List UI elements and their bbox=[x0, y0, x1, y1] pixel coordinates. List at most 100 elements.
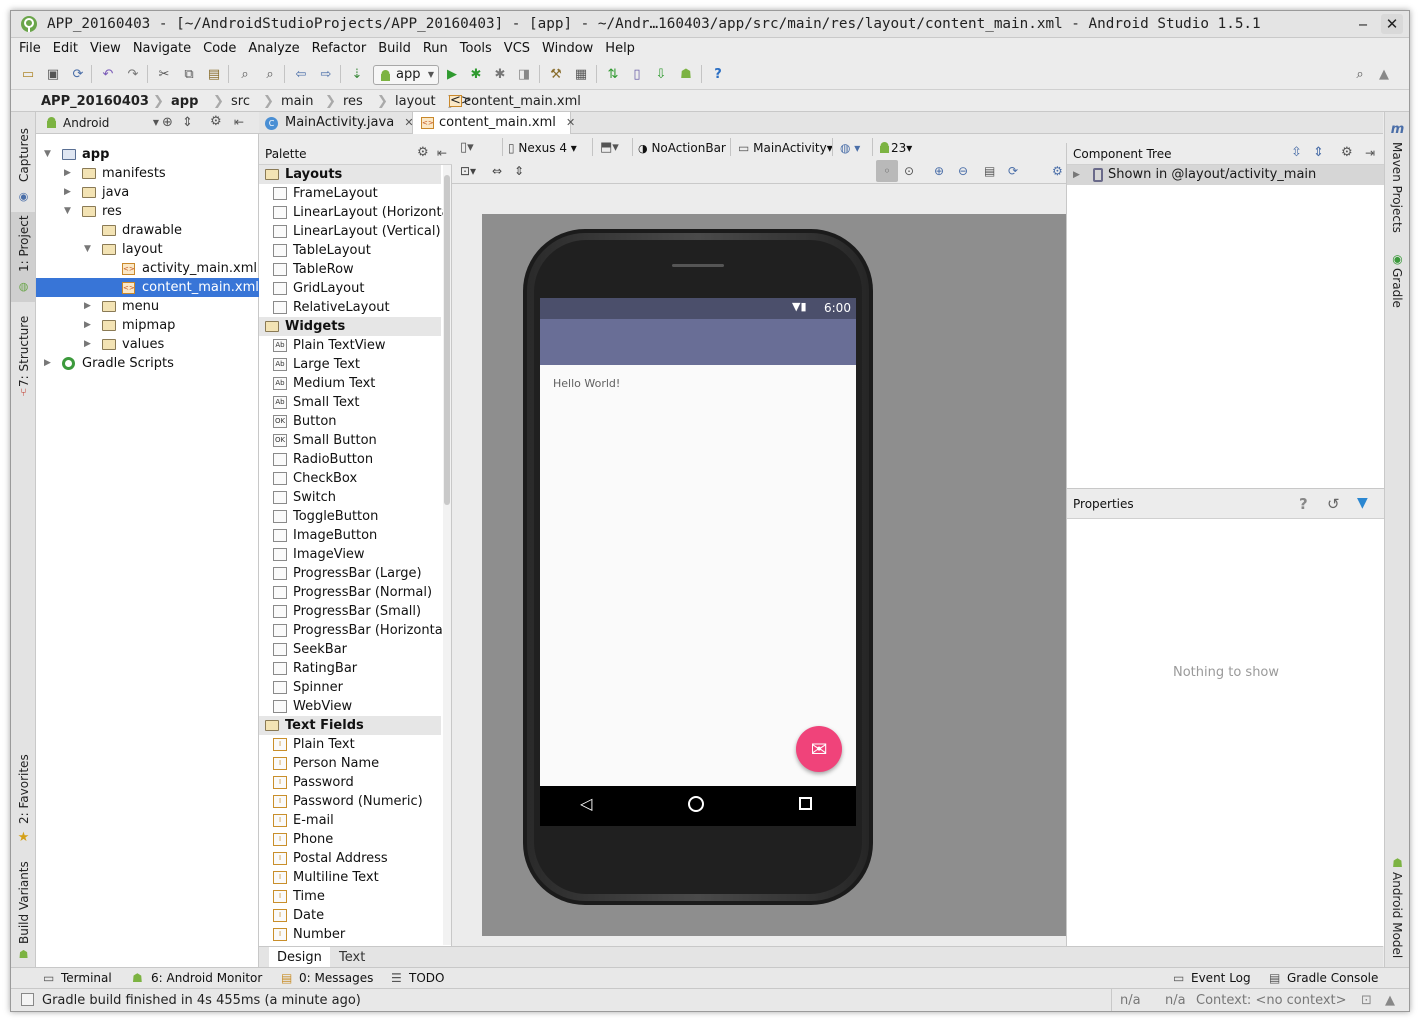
menu-refactor[interactable]: Refactor bbox=[306, 38, 373, 60]
run-config-select[interactable]: app ▼ bbox=[373, 65, 439, 85]
chevron-right-icon[interactable]: ▶ bbox=[64, 183, 71, 202]
palette-item[interactable]: I Postal Address bbox=[259, 849, 441, 868]
palette-item[interactable]: TableLayout bbox=[259, 241, 441, 260]
tab-mainactivity-java[interactable]: C MainActivity.java ✕ bbox=[259, 112, 414, 134]
save-icon[interactable]: ▣ bbox=[44, 67, 62, 83]
hello-world-text[interactable]: Hello World! bbox=[553, 377, 620, 390]
palette-item[interactable]: Ab Large Text bbox=[259, 355, 441, 374]
palette-item[interactable]: I Person Name bbox=[259, 754, 441, 773]
screenshot-icon[interactable]: ▤ bbox=[984, 162, 995, 180]
palette-item[interactable]: Ab Medium Text bbox=[259, 374, 441, 393]
palette-category[interactable]: Text Fields bbox=[259, 716, 441, 735]
make-project-icon[interactable]: ⇣ bbox=[348, 67, 366, 83]
hide-panel-icon[interactable]: ⇤ bbox=[437, 146, 447, 160]
user-icon[interactable]: ▲ bbox=[1375, 67, 1393, 83]
palette-item[interactable]: ProgressBar (Normal) bbox=[259, 583, 441, 602]
breadcrumb-item[interactable]: APP_20160403 bbox=[41, 94, 149, 109]
tree-item[interactable]: ▼ res bbox=[36, 202, 259, 221]
palette-item[interactable]: Ab Small Text bbox=[259, 393, 441, 412]
palette-item[interactable]: Ab Plain TextView bbox=[259, 336, 441, 355]
hide-panel-icon[interactable]: ⇤ bbox=[234, 115, 244, 129]
help-icon[interactable]: ? bbox=[709, 67, 727, 83]
palette-item[interactable]: WebView bbox=[259, 697, 441, 716]
gradle-console-tab[interactable]: Gradle Console bbox=[1287, 971, 1378, 985]
palette-item[interactable]: OK Button bbox=[259, 412, 441, 431]
palette-category[interactable]: Widgets bbox=[259, 317, 441, 336]
undo-icon[interactable]: ↶ bbox=[99, 67, 117, 83]
breadcrumb-item[interactable]: app bbox=[171, 94, 198, 109]
context-indicator[interactable]: Context: <no context> bbox=[1196, 993, 1347, 1008]
palette-item[interactable]: ImageView bbox=[259, 545, 441, 564]
palette-item[interactable]: OK Small Button bbox=[259, 431, 441, 450]
activity-select[interactable]: ▭ MainActivity▾ bbox=[738, 139, 833, 157]
breadcrumb-item[interactable]: res bbox=[343, 94, 363, 109]
chevron-right-icon[interactable]: ▶ bbox=[84, 316, 91, 335]
chevron-down-icon[interactable]: ▼ bbox=[84, 240, 91, 259]
maven-projects-tab[interactable]: Maven Projects bbox=[1390, 142, 1404, 233]
palette-item[interactable]: I Multiline Text bbox=[259, 868, 441, 887]
find-icon[interactable]: ⌕ bbox=[236, 67, 254, 83]
gear-icon[interactable]: ⚙ bbox=[1341, 145, 1353, 160]
sync-icon[interactable]: ⟳ bbox=[69, 67, 87, 83]
menu-help[interactable]: Help bbox=[599, 38, 641, 60]
project-tab[interactable]: 1: Project bbox=[17, 215, 31, 272]
close-button[interactable]: ✕ bbox=[1381, 14, 1403, 34]
tab-text[interactable]: Text bbox=[331, 947, 373, 968]
resize-vertical-icon[interactable]: ⇕ bbox=[514, 162, 524, 180]
palette-item[interactable]: I Date bbox=[259, 906, 441, 925]
orientation-icon[interactable]: ⬒▾ bbox=[600, 139, 619, 157]
tree-item[interactable]: ▶ java bbox=[36, 183, 259, 202]
zoom-out-icon[interactable]: ⊖ bbox=[958, 162, 968, 180]
restore-default-icon[interactable]: ↺ bbox=[1327, 495, 1340, 513]
avd-manager-icon[interactable]: ▯ bbox=[628, 67, 646, 83]
menu-view[interactable]: View bbox=[84, 38, 127, 60]
palette-item[interactable]: SeekBar bbox=[259, 640, 441, 659]
tree-item[interactable]: ▼ layout bbox=[36, 240, 259, 259]
todo-tab[interactable]: TODO bbox=[409, 971, 444, 985]
tree-item[interactable]: ▶ mipmap bbox=[36, 316, 259, 335]
sdk-manager-icon[interactable]: ⇩ bbox=[652, 67, 670, 83]
favorites-tab[interactable]: 2: Favorites bbox=[17, 754, 31, 824]
palette-item[interactable]: CheckBox bbox=[259, 469, 441, 488]
expand-all-icon[interactable]: ⇳ bbox=[1291, 145, 1302, 160]
breadcrumb-item[interactable]: layout bbox=[395, 94, 436, 109]
gear-icon[interactable]: ⚙ bbox=[210, 114, 222, 129]
structure-tab[interactable]: 7: Structure bbox=[17, 316, 31, 387]
menu-navigate[interactable]: Navigate bbox=[127, 38, 197, 60]
paste-icon[interactable]: ▤ bbox=[205, 67, 223, 83]
zoom-in-icon[interactable]: ⊕ bbox=[934, 162, 944, 180]
chevron-right-icon[interactable]: ▶ bbox=[84, 335, 91, 354]
palette-item[interactable]: GridLayout bbox=[259, 279, 441, 298]
palette-item[interactable]: ImageButton bbox=[259, 526, 441, 545]
tree-item[interactable]: ▶ manifests bbox=[36, 164, 259, 183]
menu-build[interactable]: Build bbox=[372, 38, 417, 60]
messages-tab[interactable]: 0: Messages bbox=[299, 971, 373, 985]
palette-item[interactable]: I Password (Numeric) bbox=[259, 792, 441, 811]
palette-item[interactable]: FrameLayout bbox=[259, 184, 441, 203]
run-icon[interactable]: ▶ bbox=[443, 67, 461, 83]
forward-icon[interactable]: ⇨ bbox=[317, 67, 335, 83]
device-select[interactable]: ▯ Nexus 4 ▾ bbox=[508, 139, 577, 157]
refresh-icon[interactable]: ⟳ bbox=[1008, 162, 1018, 180]
palette-item[interactable]: LinearLayout (Vertical) bbox=[259, 222, 441, 241]
search-everywhere-icon[interactable]: ⌕ bbox=[1351, 67, 1369, 83]
android-device-monitor-icon[interactable]: ☗ bbox=[677, 67, 695, 83]
menu-edit[interactable]: Edit bbox=[47, 38, 84, 60]
preview-canvas[interactable]: ▼▮ 6:00 Hello World! ✉ ◁ bbox=[482, 214, 1066, 936]
chevron-down-icon[interactable]: ▼ bbox=[64, 202, 71, 221]
lock-icon[interactable]: ⊡ bbox=[1361, 993, 1372, 1008]
gear-icon[interactable]: ⚙ bbox=[417, 145, 429, 160]
filter-icon[interactable]: ▼ bbox=[1357, 495, 1368, 511]
palette-item[interactable]: LinearLayout (Horizontal) bbox=[259, 203, 443, 222]
menu-analyze[interactable]: Analyze bbox=[242, 38, 305, 60]
replace-icon[interactable]: ⌕ bbox=[261, 67, 279, 83]
chevron-down-icon[interactable]: ▼ bbox=[44, 145, 51, 164]
actual-size-icon[interactable]: ⊙ bbox=[904, 162, 914, 180]
breadcrumb-item[interactable]: main bbox=[281, 94, 313, 109]
palette-item[interactable]: ProgressBar (Large) bbox=[259, 564, 441, 583]
palette-item[interactable]: ToggleButton bbox=[259, 507, 441, 526]
breadcrumb-item[interactable]: src bbox=[231, 94, 250, 109]
palette-item[interactable]: Spinner bbox=[259, 678, 441, 697]
theme-select[interactable]: ◑ NoActionBar bbox=[638, 139, 726, 158]
pan-zoom-icon[interactable]: ◦ bbox=[876, 160, 898, 182]
